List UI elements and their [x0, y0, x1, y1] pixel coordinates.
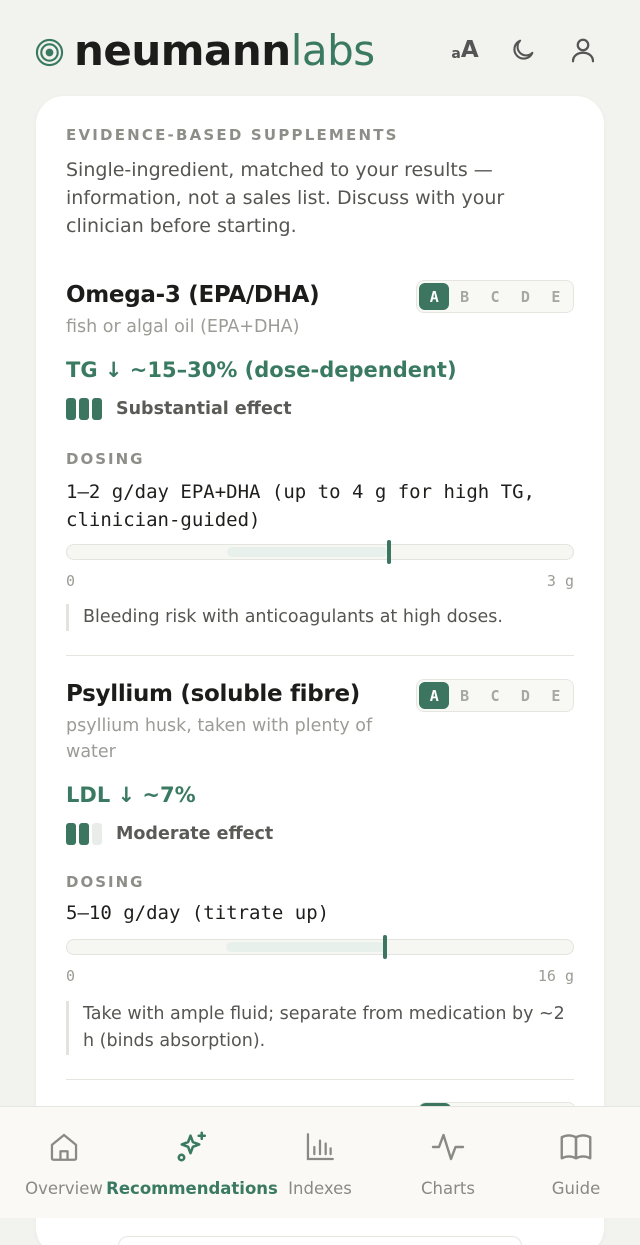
strength-bar [92, 823, 102, 845]
font-size-small-glyph: a [451, 46, 461, 62]
evidence-grade-scale: A B C D E [416, 280, 574, 313]
bar-chart-icon [302, 1129, 338, 1165]
scale-min: 0 [66, 572, 76, 590]
dose-range-fill [226, 942, 385, 952]
evidence-grade-scale: A B C D E [416, 679, 574, 712]
nav-label: Overview [25, 1179, 103, 1198]
grade-e: E [551, 287, 561, 306]
grade-b: B [460, 686, 470, 705]
account-button[interactable] [563, 30, 603, 70]
moon-icon [513, 39, 534, 60]
sparkle-icon [174, 1129, 210, 1165]
nav-label: Guide [551, 1179, 601, 1198]
dark-mode-button[interactable] [503, 30, 543, 70]
nav-label: Recommendations [106, 1179, 278, 1198]
grade-e: E [551, 686, 561, 705]
brand-name[interactable]: neumannlabs [74, 26, 375, 76]
grade-c: C [490, 686, 500, 705]
pulse-icon [430, 1129, 466, 1165]
dosing-label: DOSING [66, 450, 145, 468]
supplement-item-omega-3: Omega-3 (EPA/DHA) A B C D E fish or alga… [66, 280, 574, 642]
dose-marker [387, 540, 391, 564]
scale-max: 16 g [537, 967, 574, 985]
grade-a: A [419, 283, 450, 310]
dosing-label: DOSING [66, 873, 145, 891]
scale-min: 0 [66, 967, 76, 985]
strength-bar [92, 398, 102, 420]
nav-item-recommendations[interactable]: Recommendations [106, 1107, 278, 1218]
logo-icon [35, 38, 64, 67]
strength-label: Substantial effect [116, 399, 292, 419]
supplement-name: Psyllium (soluble fibre) [66, 681, 360, 707]
book-icon [558, 1129, 594, 1165]
section-eyebrow: EVIDENCE-BASED SUPPLEMENTS [66, 126, 399, 144]
supplement-form: fish or algal oil (EPA+DHA) [66, 317, 300, 337]
section-intro: Single-ingredient, matched to your resul… [66, 159, 505, 237]
brand-name-bold: neumann [74, 26, 291, 75]
item-divider [66, 1079, 574, 1080]
grade-c: C [490, 287, 500, 306]
nav-item-indexes[interactable]: Indexes [256, 1107, 384, 1218]
dose-range-track [66, 540, 574, 564]
brand-name-light: labs [290, 26, 375, 75]
dose-marker [383, 935, 387, 959]
dose-scale: 0 3 g [66, 572, 574, 590]
strength-bar [79, 398, 89, 420]
strength-bars [66, 398, 102, 420]
effect-strength: Moderate effect [66, 823, 273, 845]
strength-label: Moderate effect [116, 824, 274, 844]
app-header: neumannlabs aA [0, 0, 640, 100]
grade-d: D [520, 686, 530, 705]
font-size-button[interactable]: aA [445, 30, 485, 70]
dose-range-fill [227, 547, 387, 557]
nav-item-guide[interactable]: Guide [512, 1107, 640, 1218]
grade-d: D [520, 287, 530, 306]
strength-bars [66, 823, 102, 845]
nav-item-overview[interactable]: Overview [0, 1107, 128, 1218]
dose-scale: 0 16 g [66, 967, 574, 985]
effect-strength: Substantial effect [66, 398, 292, 420]
home-indicator [118, 1236, 522, 1245]
grade-a: A [419, 682, 450, 709]
dosing-text: 1–2 g/day EPA+DHA (up to 4 g for high TG… [66, 481, 535, 531]
grade-b: B [460, 287, 470, 306]
user-icon [571, 38, 595, 63]
scale-max: 3 g [546, 572, 574, 590]
supplements-card: EVIDENCE-BASED SUPPLEMENTS Single-ingred… [36, 96, 604, 1245]
nav-item-charts[interactable]: Charts [384, 1107, 512, 1218]
caution-note: Take with ample fluid; separate from med… [66, 1001, 574, 1055]
caution-note: Bleeding risk with anticoagulants at hig… [66, 604, 574, 631]
supplement-effect: TG ↓ ~15–30% (dose-dependent) [66, 358, 457, 382]
item-divider [66, 655, 574, 656]
supplement-form: psyllium husk, taken with plenty of wate… [66, 716, 373, 762]
nav-label: Indexes [288, 1179, 352, 1198]
strength-bar [66, 398, 76, 420]
bottom-nav: Overview Recommendations Indexes Charts … [0, 1106, 640, 1218]
nav-label: Charts [421, 1179, 475, 1198]
dose-range-track [66, 935, 574, 959]
strength-bar [66, 823, 76, 845]
dosing-text: 5–10 g/day (titrate up) [66, 902, 330, 924]
strength-bar [79, 823, 89, 845]
supplement-effect: LDL ↓ ~7% [66, 783, 196, 807]
font-size-big-glyph: A [460, 37, 479, 63]
supplement-item-psyllium: Psyllium (soluble fibre) A B C D E psyll… [66, 679, 574, 1061]
home-icon [46, 1129, 82, 1165]
supplement-name: Omega-3 (EPA/DHA) [66, 282, 320, 308]
